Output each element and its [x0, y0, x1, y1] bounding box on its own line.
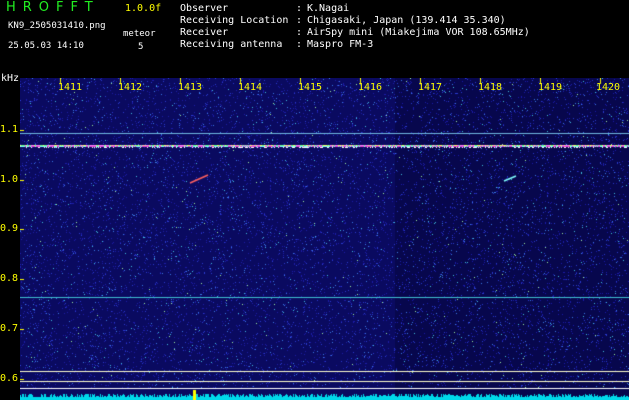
x-tick-label: 1412: [118, 82, 143, 93]
receiver-value: AirSpy mini (Miakejima VOR 108.65MHz): [307, 27, 530, 38]
y-tick-label: 0.7: [0, 323, 19, 334]
x-tick-label: 1418: [478, 82, 503, 93]
capture-datetime: 25.05.03 14:10: [8, 41, 84, 51]
y-tick-label: 1.1: [0, 124, 19, 135]
app-logo: HROFFT: [6, 0, 100, 15]
x-tick-label: 1420: [596, 82, 621, 93]
receiver-label: Receiver: [180, 27, 229, 38]
location-label: Receiving Location: [180, 15, 289, 26]
file-name: KN9_2505031410.png: [8, 21, 106, 31]
x-tick-label: 1419: [538, 82, 563, 93]
y-tick-label: 0.6: [0, 373, 19, 384]
meteor-count: 5: [138, 42, 144, 52]
y-tick-label: 0.9: [0, 223, 19, 234]
app-version: 1.0.0f: [125, 3, 162, 14]
spectrogram: [20, 78, 629, 400]
antenna-value: Maspro FM-3: [307, 39, 374, 50]
x-tick-label: 1414: [238, 82, 263, 93]
location-value: Chigasaki, Japan (139.414 35.340): [307, 15, 506, 26]
x-tick-label: 1415: [298, 82, 323, 93]
y-tick-label: 0.8: [0, 273, 19, 284]
observer-label: Observer: [180, 3, 229, 14]
observer-value: K.Nagai: [307, 3, 350, 14]
x-tick-label: 1416: [358, 82, 383, 93]
x-tick-label: 1417: [418, 82, 443, 93]
y-tick-label: 1.0: [0, 174, 19, 185]
separator: :: [296, 39, 303, 50]
separator: :: [296, 3, 303, 14]
x-tick-label: 1413: [178, 82, 203, 93]
antenna-label: Receiving antenna: [180, 39, 283, 50]
separator: :: [296, 27, 303, 38]
y-axis-unit: kHz: [1, 73, 20, 84]
meteor-label: meteor: [123, 29, 156, 39]
x-tick-label: 1411: [58, 82, 83, 93]
separator: :: [296, 15, 303, 26]
